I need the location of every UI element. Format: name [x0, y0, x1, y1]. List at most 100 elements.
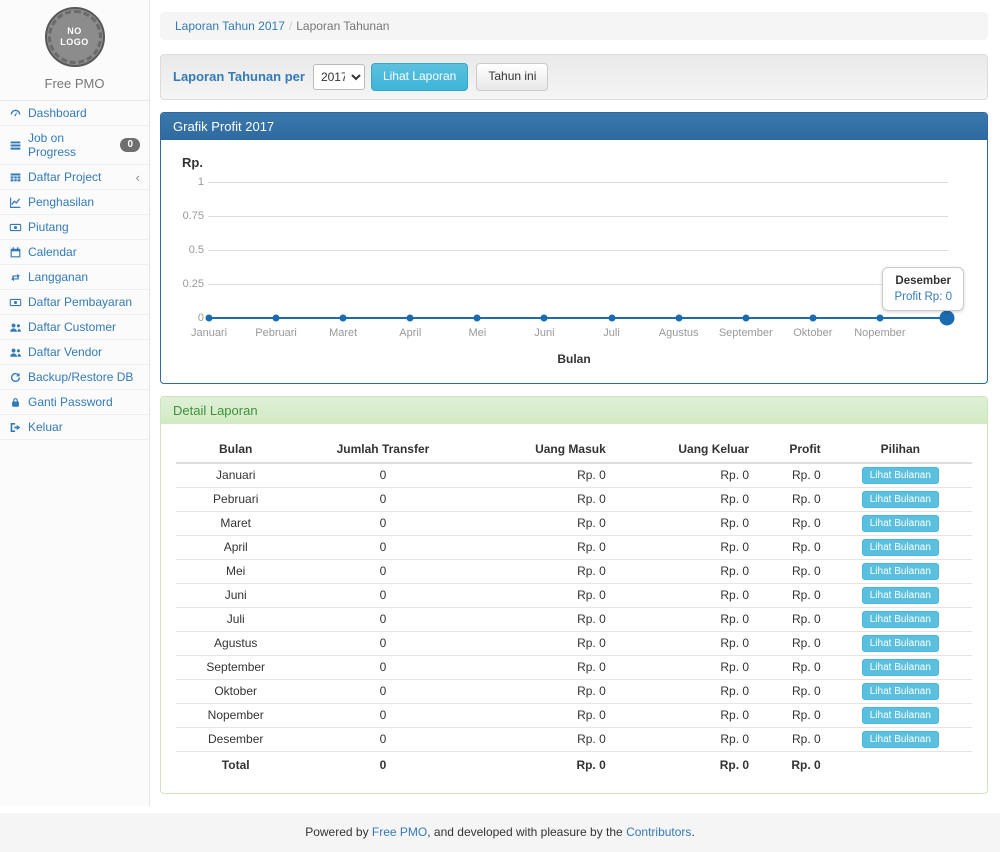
gridline — [208, 216, 948, 217]
lihat-bulanan-button[interactable]: Lihat Bulanan — [862, 683, 939, 700]
year-select[interactable]: 2017 — [313, 64, 365, 90]
x-tick-label: Mei — [468, 327, 486, 339]
logo-text-line1: NO — [67, 26, 82, 37]
chart-panel: Grafik Profit 2017 Rp. Desember Profit R… — [160, 112, 988, 384]
chart-point-oktober[interactable] — [809, 314, 816, 321]
lihat-bulanan-button[interactable]: Lihat Bulanan — [862, 539, 939, 556]
sidebar-menu: Dashboard Job on Progress0Daftar Project‹… — [0, 100, 149, 440]
chart-point-nopember[interactable] — [876, 314, 883, 321]
free-pmo-link[interactable]: Free PMO — [372, 825, 427, 839]
users-icon — [9, 346, 22, 359]
lihat-bulanan-button[interactable]: Lihat Bulanan — [862, 635, 939, 652]
y-tick-label: 0 — [176, 312, 204, 324]
sidebar-item-label: Dashboard — [28, 106, 87, 120]
table-row-desember: Desember0Rp. 0Rp. 0Rp. 0Lihat Bulanan — [176, 727, 972, 751]
gridline — [208, 250, 948, 251]
sidebar-item-daftar-pembayaran[interactable]: Daftar Pembayaran — [0, 290, 149, 315]
bulan-cell: September — [176, 655, 295, 679]
sidebar-item-calendar[interactable]: Calendar — [0, 240, 149, 265]
sidebar-item-daftar-project[interactable]: Daftar Project‹ — [0, 165, 149, 190]
jumlah_transfer-cell: 0 — [295, 535, 470, 559]
profit-cell: Rp. 0 — [757, 559, 829, 583]
table-row-nopember: Nopember0Rp. 0Rp. 0Rp. 0Lihat Bulanan — [176, 703, 972, 727]
lihat-laporan-button[interactable]: Lihat Laporan — [371, 63, 468, 91]
uang_masuk-cell: Rp. 0 — [471, 535, 614, 559]
filter-bar: Laporan Tahunan per 2017 Lihat Laporan T… — [160, 54, 988, 100]
sidebar-item-keluar[interactable]: Keluar — [0, 415, 149, 440]
chart-tooltip: Desember Profit Rp: 0 — [882, 267, 964, 311]
lihat-bulanan-button[interactable]: Lihat Bulanan — [862, 659, 939, 676]
table-row-pebruari: Pebruari0Rp. 0Rp. 0Rp. 0Lihat Bulanan — [176, 487, 972, 511]
sidebar-item-job-on-progress[interactable]: Job on Progress0 — [0, 126, 149, 165]
sidebar-item-penghasilan[interactable]: Penghasilan — [0, 190, 149, 215]
sidebar-item-langganan[interactable]: Langganan — [0, 265, 149, 290]
bulan-cell: Agustus — [176, 631, 295, 655]
chart-point-agustus[interactable] — [675, 314, 682, 321]
sidebar-item-ganti-password[interactable]: Ganti Password — [0, 390, 149, 415]
chart-point-juli[interactable] — [608, 314, 615, 321]
chart-point-pebruari[interactable] — [273, 314, 280, 321]
breadcrumb-link[interactable]: Laporan Tahun 2017 — [175, 19, 285, 33]
refresh-icon — [9, 371, 22, 384]
table-row-agustus: Agustus0Rp. 0Rp. 0Rp. 0Lihat Bulanan — [176, 631, 972, 655]
profit-cell: Rp. 0 — [757, 511, 829, 535]
sidebar-item-dashboard[interactable]: Dashboard — [0, 101, 149, 126]
sidebar-item-backup-restore-db[interactable]: Backup/Restore DB — [0, 365, 149, 390]
column-header: Jumlah Transfer — [295, 436, 470, 463]
lihat-bulanan-button[interactable]: Lihat Bulanan — [862, 707, 939, 724]
lihat-bulanan-button[interactable]: Lihat Bulanan — [862, 467, 939, 484]
sidebar-item-piutang[interactable]: Piutang — [0, 215, 149, 240]
count-badge: 0 — [120, 138, 140, 152]
chart-point-september[interactable] — [742, 314, 749, 321]
chart-point-januari[interactable] — [206, 314, 213, 321]
lihat-bulanan-button[interactable]: Lihat Bulanan — [862, 611, 939, 628]
chart-point-maret[interactable] — [340, 314, 347, 321]
profit-cell: Rp. 0 — [757, 535, 829, 559]
lihat-bulanan-button[interactable]: Lihat Bulanan — [862, 563, 939, 580]
lihat-bulanan-button[interactable]: Lihat Bulanan — [862, 731, 939, 748]
total-empty-cell — [829, 751, 972, 775]
lihat-bulanan-button[interactable]: Lihat Bulanan — [862, 515, 939, 532]
uang_masuk-cell: Rp. 0 — [471, 631, 614, 655]
jumlah_transfer-cell: 0 — [295, 583, 470, 607]
tahun-ini-button[interactable]: Tahun ini — [476, 63, 548, 91]
jumlah_transfer-cell: 0 — [295, 679, 470, 703]
y-tick-label: 0.5 — [176, 244, 204, 256]
uang_keluar-cell: Rp. 0 — [614, 607, 757, 631]
bulan-cell: Desember — [176, 727, 295, 751]
footer-text: Powered by — [305, 825, 372, 839]
table-row-oktober: Oktober0Rp. 0Rp. 0Rp. 0Lihat Bulanan — [176, 679, 972, 703]
sidebar-item-label: Langganan — [28, 270, 88, 284]
column-header: Profit — [757, 436, 829, 463]
chart-point-april[interactable] — [407, 314, 414, 321]
table-header-row: BulanJumlah TransferUang MasukUang Kelua… — [176, 436, 972, 463]
footer-text-suffix: . — [691, 825, 694, 839]
total-uang_masuk-cell: Rp. 0 — [471, 751, 614, 775]
x-tick-label: Januari — [191, 327, 227, 339]
uang_masuk-cell: Rp. 0 — [471, 583, 614, 607]
x-tick-label: Maret — [329, 327, 357, 339]
chart-point-mei[interactable] — [474, 314, 481, 321]
table-row-september: September0Rp. 0Rp. 0Rp. 0Lihat Bulanan — [176, 655, 972, 679]
chart-point-juni[interactable] — [541, 314, 548, 321]
logo-text-line2: LOGO — [60, 37, 89, 48]
lihat-bulanan-button[interactable]: Lihat Bulanan — [862, 587, 939, 604]
sidebar-item-label: Daftar Project — [28, 170, 101, 184]
contributors-link[interactable]: Contributors — [626, 825, 691, 839]
jumlah_transfer-cell: 0 — [295, 487, 470, 511]
column-header: Uang Masuk — [471, 436, 614, 463]
x-tick-label: Nopember — [854, 327, 905, 339]
app-root: NO LOGO Free PMO Dashboard Job on Progres… — [0, 0, 1000, 852]
sidebar-item-daftar-vendor[interactable]: Daftar Vendor — [0, 340, 149, 365]
profit-chart: Rp. Desember Profit Rp: 0 Bulan 10.750.5… — [176, 155, 972, 368]
column-header: Bulan — [176, 436, 295, 463]
uang_masuk-cell: Rp. 0 — [471, 607, 614, 631]
jumlah_transfer-cell: 0 — [295, 655, 470, 679]
sidebar: NO LOGO Free PMO DashboardJob on Progres… — [0, 0, 150, 806]
sidebar-item-daftar-customer[interactable]: Daftar Customer — [0, 315, 149, 340]
table-row-juli: Juli0Rp. 0Rp. 0Rp. 0Lihat Bulanan — [176, 607, 972, 631]
sidebar-item-label: Daftar Pembayaran — [28, 295, 132, 309]
bulan-cell: Pebruari — [176, 487, 295, 511]
chart-point-desember[interactable] — [940, 310, 955, 325]
lihat-bulanan-button[interactable]: Lihat Bulanan — [862, 491, 939, 508]
